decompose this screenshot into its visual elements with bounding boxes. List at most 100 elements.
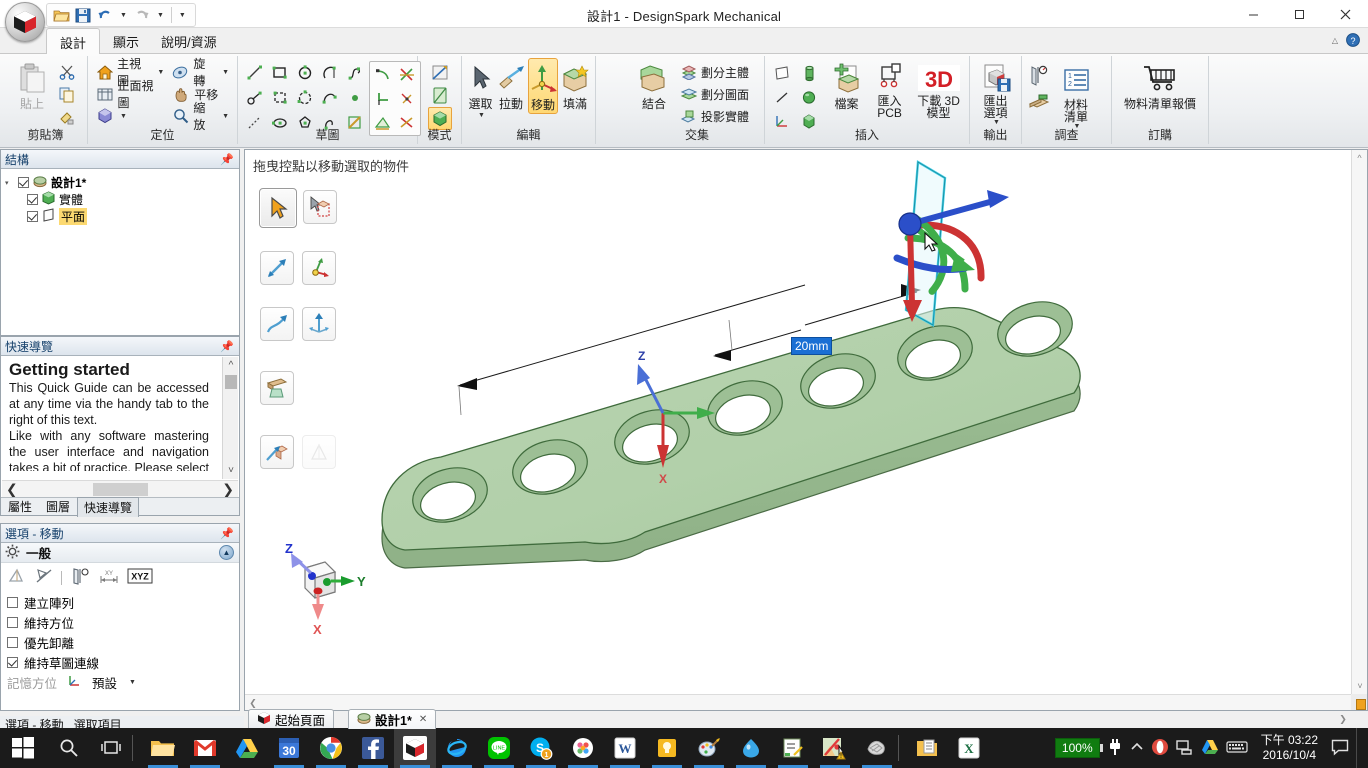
project-body-button[interactable]: 投影實體 <box>676 105 752 127</box>
rotate-button[interactable]: 旋轉 ▼ <box>169 57 232 88</box>
insert-plane-icon[interactable] <box>770 62 794 85</box>
bom-button[interactable]: 1 2 材料 清單 ▼ <box>1053 62 1099 130</box>
excel-icon[interactable]: X <box>948 728 990 768</box>
undo-dropdown-arrow[interactable]: ▼ <box>117 12 130 19</box>
pull-tool-button[interactable]: 拉動 <box>496 58 526 112</box>
checkbox-maintain-orientation[interactable] <box>7 616 18 628</box>
select-tool-caret-icon[interactable]: ▼ <box>478 112 485 119</box>
sketch-tangent-line-icon[interactable] <box>243 86 267 109</box>
next-topic-icon[interactable]: ❯ <box>222 481 234 498</box>
mesh-icon[interactable] <box>856 728 898 768</box>
viewport-scroll-up-icon[interactable]: ^ <box>1352 150 1367 166</box>
sketch-polygon-icon[interactable] <box>268 86 292 109</box>
dimension-icon[interactable]: XY <box>98 567 120 588</box>
sketch-spline-icon[interactable] <box>343 61 367 84</box>
options-section-general[interactable]: 一般 ▲ <box>1 543 239 563</box>
facebook-icon[interactable] <box>352 728 394 768</box>
checkbox-maintain-sketch-links[interactable] <box>7 656 18 668</box>
doc-tab-design1[interactable]: 設計1* ✕ <box>348 709 437 729</box>
xyz-icon[interactable]: XYZ <box>127 568 153 587</box>
option-detach-first[interactable]: 優先卸離 <box>1 632 239 652</box>
line-icon[interactable]: LINE <box>478 728 520 768</box>
tree-checkbox-solid[interactable] <box>27 194 38 205</box>
corner-icon[interactable] <box>371 87 395 110</box>
sketch-circle-icon[interactable] <box>293 61 317 84</box>
rotate-caret-icon[interactable]: ▼ <box>222 69 229 76</box>
internet-explorer-icon[interactable] <box>436 728 478 768</box>
pin-icon[interactable]: 📌 <box>220 153 234 166</box>
viewport-horizontal-scrollbar[interactable]: ❮ ❯ <box>245 694 1351 724</box>
help-icon[interactable]: ? <box>1346 33 1360 47</box>
export-options-caret-icon[interactable]: ▼ <box>993 119 1000 126</box>
notepad-editor-icon[interactable] <box>772 728 814 768</box>
ruler-icon[interactable] <box>69 567 91 588</box>
paint-icon[interactable] <box>688 728 730 768</box>
tree-node-design[interactable]: ▾ 設計1* <box>1 174 239 191</box>
skype-icon[interactable]: S 1 <box>520 728 562 768</box>
paste-button[interactable]: 貼上 <box>9 58 55 112</box>
cut-icon[interactable] <box>55 60 79 83</box>
split-body-button[interactable]: 劃分主體 <box>676 61 752 83</box>
save-icon[interactable] <box>73 5 93 25</box>
clock[interactable]: 下午 03:22 2016/10/4 <box>1255 733 1324 763</box>
sketch-rectangle-icon[interactable] <box>268 61 292 84</box>
sketch-arc-3pt-icon[interactable] <box>318 86 342 109</box>
network-icon[interactable] <box>1175 739 1194 758</box>
checkbox-detach-first[interactable] <box>7 636 18 648</box>
tree-checkbox-plane[interactable] <box>27 211 38 222</box>
3d-viewport[interactable]: 拖曳控點以移動選取的物件 Z X 20mm Z Y X ^ ˅ ❮ ❯ <box>244 149 1368 724</box>
tab-layers[interactable]: 圖層 <box>39 497 77 516</box>
viewport-vertical-scrollbar[interactable]: ^ ˅ <box>1351 150 1367 694</box>
insert-cylinder-icon[interactable] <box>797 62 821 85</box>
mode-section-icon[interactable] <box>428 84 452 107</box>
show-hidden-icons-icon[interactable] <box>1130 741 1144 755</box>
chrome-icon[interactable] <box>310 728 352 768</box>
mass-properties-icon[interactable] <box>1027 90 1051 113</box>
create-3d-icon[interactable] <box>395 63 419 86</box>
designspark-icon[interactable] <box>394 728 436 768</box>
sketch-arc-icon[interactable] <box>318 61 342 84</box>
zoom-caret-icon[interactable]: ▼ <box>222 113 229 120</box>
collapse-section-icon[interactable]: ▲ <box>219 545 234 560</box>
dropbox-icon[interactable] <box>562 728 604 768</box>
anchor-icon[interactable] <box>34 567 54 588</box>
tab-help-resources[interactable]: 說明/資源 <box>148 28 230 54</box>
move-tool-button[interactable]: 移動 <box>528 58 558 114</box>
combine-button[interactable]: 結合 <box>635 58 673 112</box>
sketch-point-icon[interactable] <box>343 86 367 109</box>
view-style-button[interactable]: ▼ <box>93 105 167 127</box>
prev-topic-icon[interactable]: ❮ <box>6 481 18 498</box>
zoom-button[interactable]: 縮放 ▼ <box>169 101 232 132</box>
export-options-button[interactable]: 匯出 選項 ▼ <box>975 58 1016 126</box>
memory-orientation-caret-icon[interactable]: ▼ <box>129 679 136 686</box>
notes-icon[interactable] <box>646 728 688 768</box>
download-3d-model-button[interactable]: 3D 下載 3D 模型 <box>913 58 964 119</box>
task-view-icon[interactable] <box>92 728 132 768</box>
scroll-thumb[interactable] <box>225 375 237 389</box>
close-button[interactable] <box>1322 0 1368 28</box>
tree-checkbox-design[interactable] <box>18 177 29 188</box>
scroll-down-icon[interactable]: ˅ <box>223 462 239 479</box>
bom-quote-button[interactable]: 物料清單報價 <box>1117 58 1203 112</box>
quick-guide-pin-icon[interactable]: 📌 <box>220 340 234 353</box>
redo-dropdown-arrow[interactable]: ▼ <box>154 12 167 19</box>
doc-tab-close-icon[interactable]: ✕ <box>419 714 427 725</box>
sketch-circle-3pt-icon[interactable] <box>293 86 317 109</box>
view-style-caret-icon[interactable]: ▼ <box>120 113 127 120</box>
viewport-scroll-down-icon[interactable]: ˅ <box>1352 678 1368 694</box>
collapse-ribbon-icon[interactable]: △ <box>1332 36 1338 45</box>
opera-icon[interactable] <box>1151 738 1169 759</box>
battery-percent-badge[interactable]: 100% <box>1054 738 1103 758</box>
blender-icon[interactable] <box>730 728 772 768</box>
documents-icon[interactable] <box>906 728 948 768</box>
calendar-icon[interactable]: 30 <box>268 728 310 768</box>
word-icon[interactable]: W <box>604 728 646 768</box>
customize-qat-icon[interactable]: ▼ <box>176 12 189 19</box>
expand-triangle-icon[interactable]: ▾ <box>5 179 14 187</box>
doc-tab-start-page[interactable]: 起始頁面 <box>248 709 335 729</box>
option-maintain-orientation[interactable]: 維持方位 <box>1 612 239 632</box>
file-explorer-icon[interactable] <box>142 728 184 768</box>
tab-quick-guide[interactable]: 快速導覽 <box>77 496 140 517</box>
tree-node-solid[interactable]: 實體 <box>1 191 239 208</box>
trim-icon[interactable] <box>371 63 395 86</box>
